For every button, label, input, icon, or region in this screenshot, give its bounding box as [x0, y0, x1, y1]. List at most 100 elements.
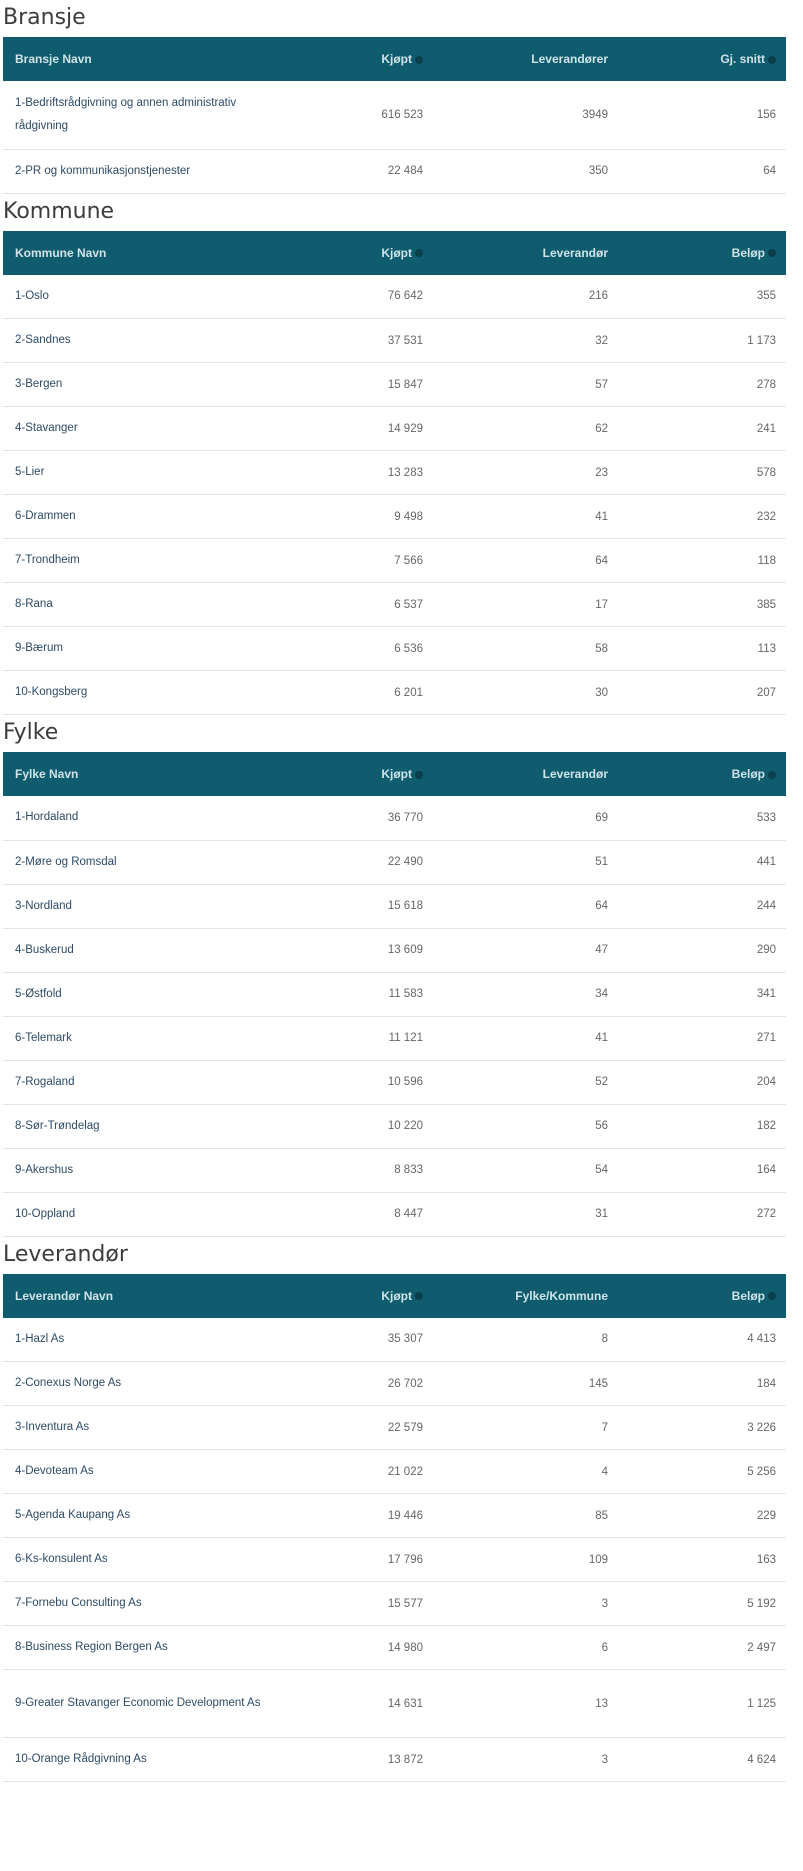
row-name: 6-Drammen — [3, 494, 293, 539]
amount-value: 1 125 — [618, 1669, 786, 1738]
bought-value: 8 833 — [293, 1148, 433, 1193]
count-value: 64 — [433, 538, 618, 583]
amount-value: 244 — [618, 884, 786, 929]
count-value: 109 — [433, 1537, 618, 1582]
sort-icon[interactable] — [768, 249, 776, 258]
sort-icon[interactable] — [415, 1292, 423, 1301]
table-row: 9-Akershus 8 833 54 164 — [3, 1148, 786, 1193]
bought-value: 11 121 — [293, 1016, 433, 1061]
bought-value: 8 447 — [293, 1192, 433, 1237]
row-name: 3-Bergen — [3, 362, 293, 407]
row-name: 8-Business Region Bergen As — [3, 1625, 293, 1670]
bought-value: 14 980 — [293, 1625, 433, 1670]
bought-value: 11 583 — [293, 972, 433, 1017]
table-row: 8-Business Region Bergen As 14 980 6 2 497 — [3, 1625, 786, 1670]
row-name: 9-Greater Stavanger Economic Development… — [3, 1669, 293, 1738]
row-name: 7-Rogaland — [3, 1060, 293, 1105]
column-header[interactable]: Beløp — [618, 752, 786, 796]
count-value: 58 — [433, 626, 618, 671]
table-row: 2-Conexus Norge As 26 702 145 184 — [3, 1361, 786, 1406]
column-header: Bransje Navn — [3, 37, 293, 81]
row-name: 7-Fornebu Consulting As — [3, 1581, 293, 1626]
kommune-header-row: Kommune Navn Kjøpt Leverandør Beløp — [3, 230, 786, 275]
table-row: 10-Orange Rådgivning As 13 872 3 4 624 — [3, 1737, 786, 1782]
count-value: 85 — [433, 1493, 618, 1538]
bought-value: 15 847 — [293, 362, 433, 407]
column-header[interactable]: Kjøpt — [293, 231, 433, 275]
bought-value: 6 537 — [293, 582, 433, 627]
column-header: Leverandører — [433, 37, 618, 81]
table-row: 9-Bærum 6 536 58 113 — [3, 626, 786, 671]
table-row: 5-Østfold 11 583 34 341 — [3, 972, 786, 1017]
table-row: 2-Sandnes 37 531 32 1 173 — [3, 318, 786, 363]
column-header-label: Gj. snitt — [720, 52, 765, 66]
column-header[interactable]: Beløp — [618, 231, 786, 275]
table-row: 4-Devoteam As 21 022 4 5 256 — [3, 1449, 786, 1494]
table-row: 8-Sør-Trøndelag 10 220 56 182 — [3, 1104, 786, 1149]
amount-value: 113 — [618, 626, 786, 671]
count-value: 7 — [433, 1405, 618, 1450]
column-header[interactable]: Gj. snitt — [618, 37, 786, 81]
amount-value: 278 — [618, 362, 786, 407]
bought-value: 21 022 — [293, 1449, 433, 1494]
statistics-page: Bransje Bransje Navn Kjøpt Leverandører Gj. … — [0, 0, 803, 1782]
bought-value: 14 929 — [293, 406, 433, 451]
column-header-label: Kjøpt — [381, 52, 412, 66]
amount-value: 229 — [618, 1493, 786, 1538]
count-value: 3 — [433, 1581, 618, 1626]
bought-value: 36 770 — [293, 796, 433, 841]
table-row: 5-Agenda Kaupang As 19 446 85 229 — [3, 1493, 786, 1538]
column-header: Leverandør — [433, 752, 618, 796]
column-header: Fylke/Kommune — [433, 1274, 618, 1318]
table-row: 6-Telemark 11 121 41 271 — [3, 1016, 786, 1061]
count-value: 62 — [433, 406, 618, 451]
bought-value: 9 498 — [293, 494, 433, 539]
row-name: 10-Orange Rådgivning As — [3, 1737, 293, 1782]
count-value: 69 — [433, 796, 618, 841]
sort-icon[interactable] — [415, 770, 423, 779]
column-header-label: Leverandør — [542, 245, 608, 260]
amount-value: 271 — [618, 1016, 786, 1061]
column-header[interactable]: Kjøpt — [293, 752, 433, 796]
amount-value: 4 413 — [618, 1317, 786, 1362]
count-value: 31 — [433, 1192, 618, 1237]
sort-icon[interactable] — [415, 55, 423, 64]
bought-value: 22 484 — [293, 149, 433, 194]
row-name: 2-Møre og Romsdal — [3, 840, 293, 885]
sort-icon[interactable] — [768, 770, 776, 779]
row-name: 1-Bedriftsrådgivning og annen administra… — [3, 81, 293, 150]
row-name: 1-Hazl As — [3, 1317, 293, 1362]
bought-value: 13 283 — [293, 450, 433, 495]
column-header[interactable]: Beløp — [618, 1274, 786, 1318]
table-row: 7-Fornebu Consulting As 15 577 3 5 192 — [3, 1581, 786, 1626]
count-value: 64 — [433, 884, 618, 929]
sort-icon[interactable] — [415, 249, 423, 258]
column-header-label: Beløp — [731, 767, 765, 781]
table-row: 5-Lier 13 283 23 578 — [3, 450, 786, 495]
row-name: 5-Lier — [3, 450, 293, 495]
fylke-header-row: Fylke Navn Kjøpt Leverandør Beløp — [3, 752, 786, 796]
bransje-header-row: Bransje Navn Kjøpt Leverandører Gj. snitt — [3, 37, 786, 81]
column-header-label: Leverandører — [531, 52, 608, 66]
amount-value: 533 — [618, 796, 786, 841]
count-value: 47 — [433, 928, 618, 973]
leverand-r-table: Leverandør Navn Kjøpt Fylke/Kommune Beløp 1-… — [3, 1273, 786, 1782]
amount-value: 118 — [618, 538, 786, 583]
row-name: 7-Trondheim — [3, 538, 293, 583]
amount-value: 2 497 — [618, 1625, 786, 1670]
bought-value: 15 618 — [293, 884, 433, 929]
amount-value: 3 226 — [618, 1405, 786, 1450]
sort-icon[interactable] — [768, 55, 776, 64]
column-header: Leverandør — [433, 231, 618, 275]
column-header[interactable]: Kjøpt — [293, 1274, 433, 1318]
column-header[interactable]: Kjøpt — [293, 37, 433, 81]
amount-value: 182 — [618, 1104, 786, 1149]
row-name: 8-Sør-Trøndelag — [3, 1104, 293, 1149]
row-name: 9-Akershus — [3, 1148, 293, 1193]
bought-value: 35 307 — [293, 1317, 433, 1362]
sort-icon[interactable] — [768, 1292, 776, 1301]
count-value: 8 — [433, 1317, 618, 1362]
amount-value: 241 — [618, 406, 786, 451]
amount-value: 207 — [618, 670, 786, 715]
bought-value: 6 201 — [293, 670, 433, 715]
